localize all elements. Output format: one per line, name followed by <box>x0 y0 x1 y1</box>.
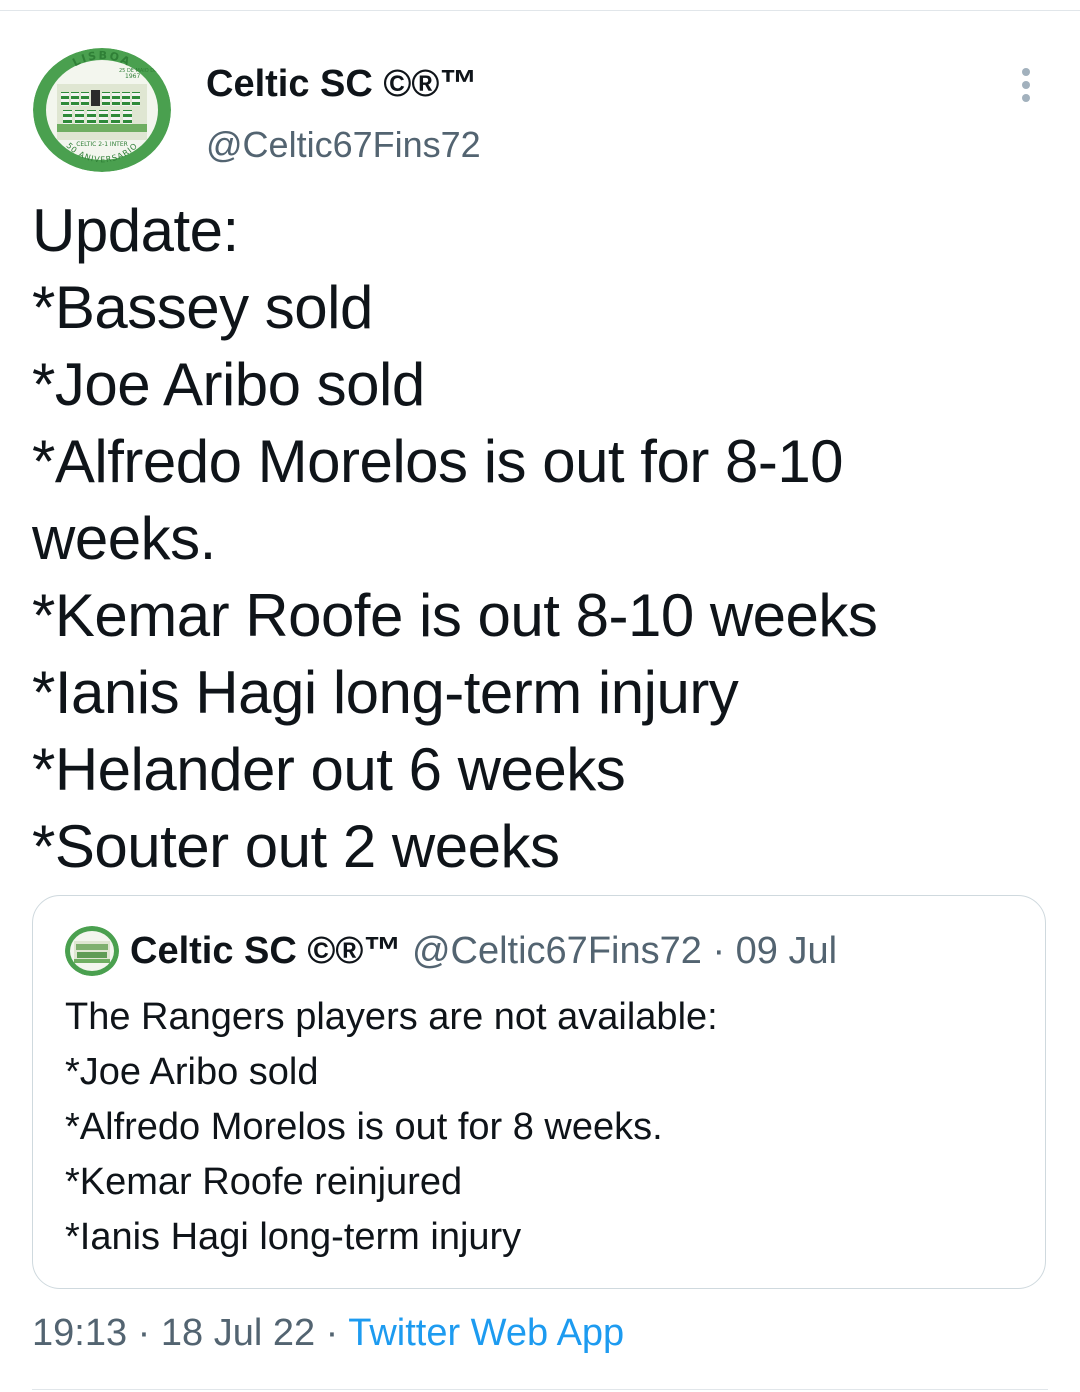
quoted-author-avatar[interactable] <box>65 926 119 976</box>
tweet-text: Update: *Bassey sold *Joe Aribo sold *Al… <box>32 192 1042 885</box>
tweet-text-line: *Kemar Roofe is out 8-10 weeks <box>32 582 878 649</box>
quoted-text-line: *Ianis Hagi long-term injury <box>65 1216 522 1258</box>
top-divider <box>0 10 1080 11</box>
tweet-text-line: *Joe Aribo sold <box>32 351 425 418</box>
svg-text:1967: 1967 <box>125 73 140 80</box>
tweet-metadata: 19:13 · 18 Jul 22 · Twitter Web App <box>32 1310 624 1356</box>
tweet-text-line: *Souter out 2 weeks <box>32 813 560 880</box>
author-avatar[interactable]: LISBOA 25 DE MAIO DE 1967 CELTIC 2-1 INT… <box>33 48 171 172</box>
author-name[interactable]: Celtic SC ©®™ <box>206 60 477 108</box>
svg-text:CELTIC 2-1 INTER: CELTIC 2-1 INTER <box>76 141 128 148</box>
quoted-text-line: *Joe Aribo sold <box>65 1051 319 1093</box>
tweet-source-link[interactable]: Twitter Web App <box>348 1312 624 1354</box>
quoted-text-line: The Rangers players are not available: <box>65 996 718 1038</box>
tweet-date[interactable]: 18 Jul 22 <box>161 1312 315 1354</box>
more-vertical-icon[interactable] <box>1009 64 1043 106</box>
tweet-time[interactable]: 19:13 <box>32 1312 127 1354</box>
separator-dot: · <box>137 1312 151 1354</box>
quoted-text-line: *Kemar Roofe reinjured <box>65 1161 463 1203</box>
quoted-tweet-text: The Rangers players are not available: *… <box>65 990 1025 1265</box>
quoted-tweet-card[interactable]: Celtic SC ©®™ @Celtic67Fins72 · 09 Jul T… <box>32 895 1046 1289</box>
tweet-text-line: *Helander out 6 weeks <box>32 736 626 803</box>
tweet-text-line: weeks. <box>32 505 216 572</box>
quoted-author-name[interactable]: Celtic SC ©®™ <box>130 930 401 972</box>
author-handle[interactable]: @Celtic67Fins72 <box>206 122 481 168</box>
team-photo-badge-icon: LISBOA 25 DE MAIO DE 1967 CELTIC 2-1 INT… <box>33 48 171 172</box>
separator-dot: · <box>712 930 726 972</box>
quoted-tweet-header: Celtic SC ©®™ @Celtic67Fins72 · 09 Jul <box>130 928 837 974</box>
tweet-text-line: *Bassey sold <box>32 274 373 341</box>
bottom-divider <box>32 1389 1048 1390</box>
tweet-text-line: Update: <box>32 197 239 264</box>
tweet-text-line: *Ianis Hagi long-term injury <box>32 659 739 726</box>
separator-dot: · <box>325 1312 339 1354</box>
team-photo-badge-icon <box>65 926 119 976</box>
quoted-text-line: *Alfredo Morelos is out for 8 weeks. <box>65 1106 663 1148</box>
tweet-text-line: *Alfredo Morelos is out for 8-10 <box>32 428 844 495</box>
quoted-tweet-date[interactable]: 09 Jul <box>736 930 837 972</box>
quoted-author-handle[interactable]: @Celtic67Fins72 <box>412 930 702 972</box>
